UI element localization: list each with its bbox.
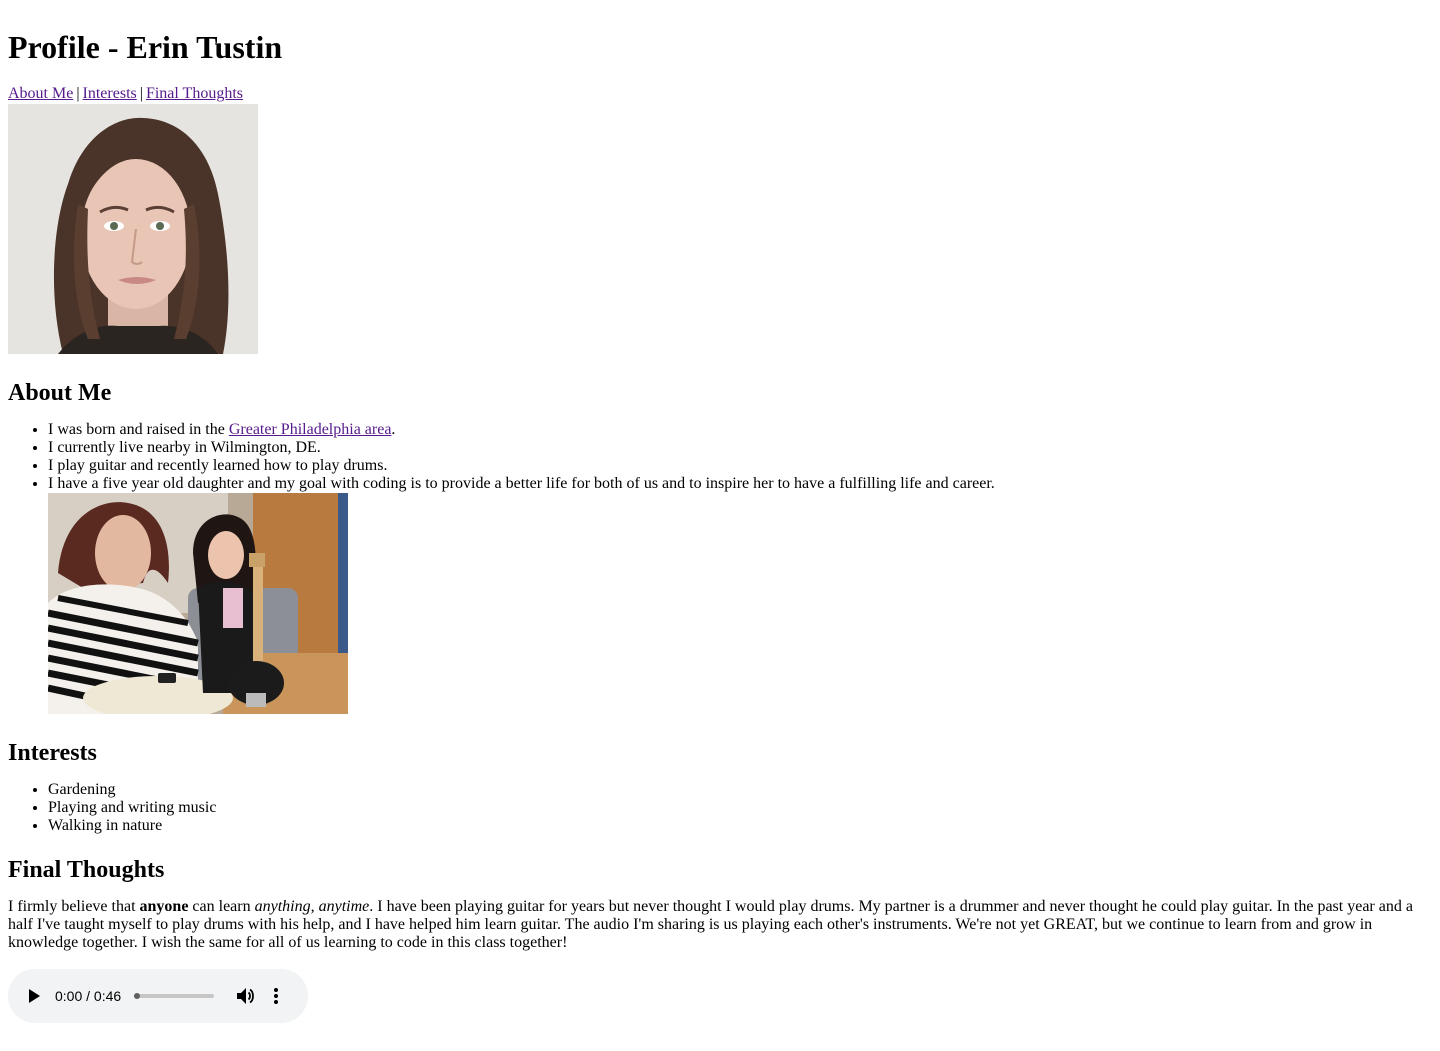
about-me-heading: About Me <box>8 380 112 406</box>
audio-progress-slider[interactable] <box>134 993 215 999</box>
nav-link-final-thoughts[interactable]: Final Thoughts <box>146 85 243 102</box>
paragraph-text: can learn <box>188 898 255 915</box>
nav-separator: | <box>76 85 80 102</box>
interests-list: Gardening Playing and writing music Walk… <box>8 781 1432 835</box>
audio-time: 0:00 / 0:46 <box>55 988 122 1004</box>
volume-icon <box>237 988 255 1004</box>
emphasis-italic: anything, anytime <box>254 898 370 915</box>
nav-link-interests[interactable]: Interests <box>83 85 137 102</box>
progress-knob[interactable] <box>134 993 141 999</box>
list-item: Walking in nature <box>48 817 1432 835</box>
about-me-list: I was born and raised in the Greater Phi… <box>8 421 1432 714</box>
philadelphia-link[interactable]: Greater Philadelphia area <box>229 421 392 438</box>
audio-player[interactable]: 0:00 / 0:46 <box>8 969 308 1023</box>
play-button[interactable] <box>26 988 42 1004</box>
list-item: I play guitar and recently learned how t… <box>48 457 1432 475</box>
list-item-text: I was born and raised in the <box>48 421 229 438</box>
list-item: I currently live nearby in Wilmington, D… <box>48 439 1432 457</box>
play-icon <box>29 989 40 1003</box>
nav-bar: About Me | Interests | Final Thoughts <box>8 85 1432 103</box>
list-item: I was born and raised in the Greater Phi… <box>48 421 1432 439</box>
list-item-text: . <box>391 421 396 438</box>
final-thoughts-paragraph: I firmly believe that anyone can learn a… <box>8 898 1432 952</box>
more-options-button[interactable] <box>268 986 284 1006</box>
interests-heading: Interests <box>8 740 97 766</box>
list-item: I have a five year old daughter and my g… <box>48 475 1432 714</box>
final-thoughts-heading: Final Thoughts <box>8 857 165 883</box>
nav-link-about-me[interactable]: About Me <box>8 85 73 102</box>
paragraph-text: I firmly believe that <box>8 898 140 915</box>
profile-photo <box>8 104 258 354</box>
family-photo <box>48 493 348 714</box>
nav-separator: | <box>139 85 143 102</box>
volume-button[interactable] <box>236 986 256 1006</box>
page-title: Profile - Erin Tustin <box>8 29 283 65</box>
list-item-text: I have a five year old daughter and my g… <box>48 475 995 492</box>
more-vert-icon <box>274 988 279 1004</box>
emphasis-bold: anyone <box>139 898 189 915</box>
list-item: Playing and writing music <box>48 799 1432 817</box>
list-item: Gardening <box>48 781 1432 799</box>
